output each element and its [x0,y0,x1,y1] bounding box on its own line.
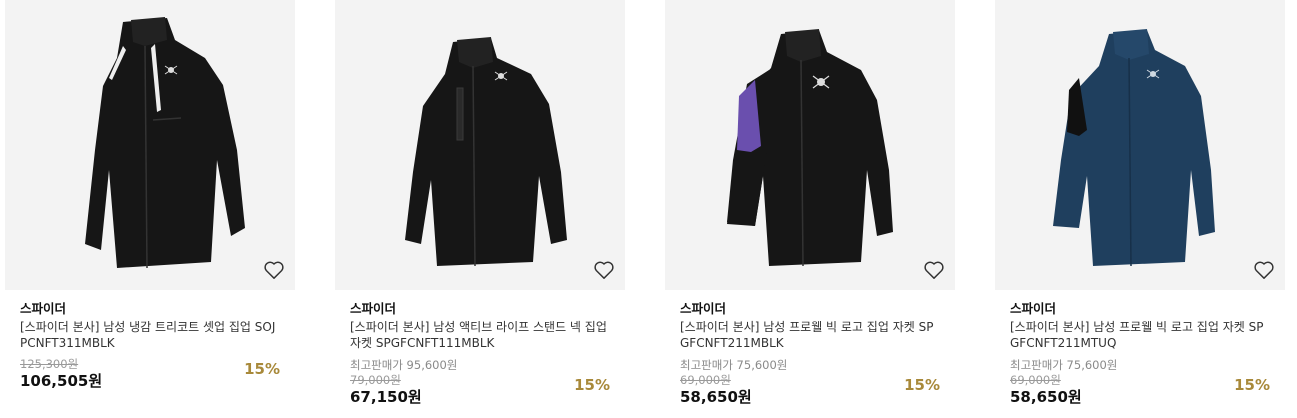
jacket-image [727,29,893,267]
brand-name: 스파이더 [680,301,727,316]
product-card[interactable]: 스파이더 [스파이더 본사] 남성 프로웰 빅 로고 집업 자켓 SPGFCNF… [995,0,1285,418]
brand-name: 스파이더 [350,301,397,316]
product-info: 스파이더 [스파이더 본사] 남성 냉감 트리코트 셋업 집업 SOJPCNFT… [5,290,295,418]
heart-outline-icon [1254,261,1274,279]
jacket-image [85,17,245,269]
product-image[interactable] [995,0,1285,290]
original-price: 79,000원 [350,373,401,387]
heart-outline-icon [264,261,284,279]
product-name[interactable]: [스파이더 본사] 남성 프로웰 빅 로고 집업 자켓 SPGFCNFT211M… [1010,319,1270,351]
sale-price: 58,650원 [680,388,752,406]
discount-rate: 15% [1234,376,1270,394]
heart-outline-icon [594,261,614,279]
product-name[interactable]: [스파이더 본사] 남성 액티브 라이프 스탠드 넥 집업 자켓 SPGFCNF… [350,319,610,351]
jacket-image [405,37,567,267]
original-price: 69,000원 [680,373,731,387]
sale-price: 106,505원 [20,372,103,390]
wishlist-button[interactable] [923,260,945,280]
brand-name: 스파이더 [1010,301,1057,316]
original-price: 125,300원 [20,357,79,371]
discount-rate: 15% [574,376,610,394]
heart-outline-icon [924,261,944,279]
product-image[interactable] [335,0,625,290]
product-info: 스파이더 [스파이더 본사] 남성 프로웰 빅 로고 집업 자켓 SPGFCNF… [995,290,1285,418]
original-price: 69,000원 [1010,373,1061,387]
product-card[interactable]: 스파이더 [스파이더 본사] 남성 냉감 트리코트 셋업 집업 SOJPCNFT… [5,0,295,418]
sale-price: 67,150원 [350,388,422,406]
max-price: 최고판매가 75,600원 [680,358,788,372]
product-info: 스파이더 [스파이더 본사] 남성 프로웰 빅 로고 집업 자켓 SPGFCNF… [665,290,955,418]
product-name[interactable]: [스파이더 본사] 남성 프로웰 빅 로고 집업 자켓 SPGFCNFT211M… [680,319,940,351]
max-price: 최고판매가 95,600원 [350,358,458,372]
wishlist-button[interactable] [593,260,615,280]
wishlist-button[interactable] [1253,260,1275,280]
wishlist-button[interactable] [263,260,285,280]
product-card[interactable]: 스파이더 [스파이더 본사] 남성 액티브 라이프 스탠드 넥 집업 자켓 SP… [335,0,625,418]
product-image[interactable] [665,0,955,290]
product-grid: 스파이더 [스파이더 본사] 남성 냉감 트리코트 셋업 집업 SOJPCNFT… [0,0,1297,418]
max-price: 최고판매가 75,600원 [1010,358,1118,372]
product-name[interactable]: [스파이더 본사] 남성 냉감 트리코트 셋업 집업 SOJPCNFT311MB… [20,319,280,351]
sale-price: 58,650원 [1010,388,1082,406]
jacket-image [1053,29,1215,267]
brand-name: 스파이더 [20,301,67,316]
discount-rate: 15% [904,376,940,394]
product-card[interactable]: 스파이더 [스파이더 본사] 남성 프로웰 빅 로고 집업 자켓 SPGFCNF… [665,0,955,418]
product-info: 스파이더 [스파이더 본사] 남성 액티브 라이프 스탠드 넥 집업 자켓 SP… [335,290,625,418]
discount-rate: 15% [244,360,280,378]
product-image[interactable] [5,0,295,290]
